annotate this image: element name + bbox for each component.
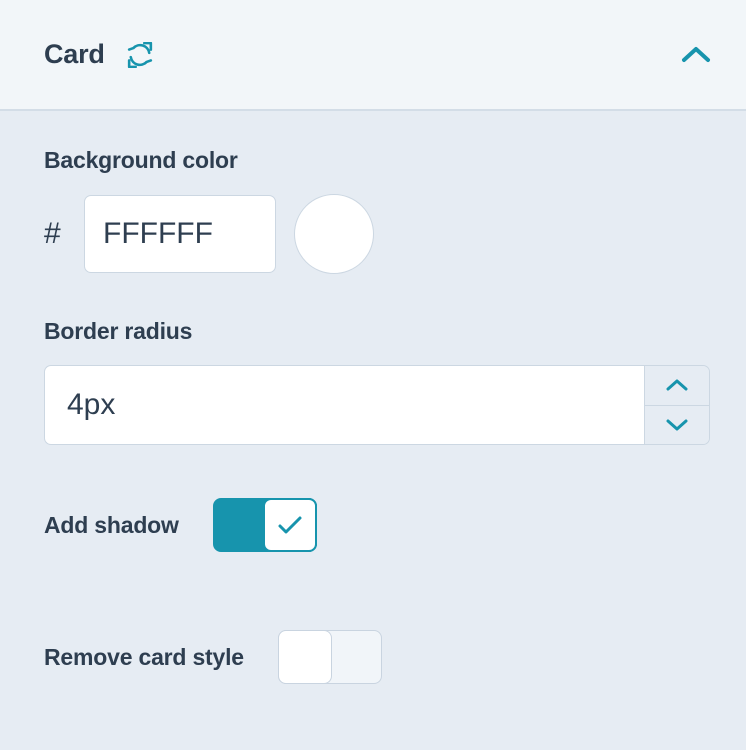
stepper-buttons: [644, 365, 710, 445]
add-shadow-toggle[interactable]: [212, 498, 317, 552]
panel-body: Background color # Border radius: [0, 111, 746, 685]
border-radius-input[interactable]: [44, 365, 644, 445]
refresh-sync-icon-glyph: [127, 41, 152, 68]
collapse-panel-button[interactable]: [674, 33, 718, 77]
remove-card-style-toggle-knob: [277, 630, 332, 684]
check-icon: [278, 516, 302, 534]
add-shadow-row: Add shadow: [44, 497, 710, 553]
refresh-sync-icon[interactable]: [125, 40, 155, 70]
remove-card-style-label: Remove card style: [44, 643, 244, 670]
border-radius-stepper: [44, 365, 710, 445]
background-color-label: Background color: [44, 147, 238, 173]
chevron-down-icon: [666, 419, 688, 431]
hash-prefix: #: [44, 217, 61, 250]
border-radius-field: Border radius: [44, 318, 710, 445]
remove-card-style-row: Remove card style: [44, 629, 710, 685]
panel-header: Card: [0, 0, 746, 111]
chevron-up-icon: [682, 47, 710, 62]
remove-card-style-toggle[interactable]: [277, 630, 382, 684]
border-radius-decrement-button[interactable]: [645, 405, 709, 444]
chevron-up-icon: [666, 379, 688, 391]
add-shadow-label: Add shadow: [44, 511, 179, 538]
background-color-input[interactable]: [84, 195, 276, 273]
border-radius-label: Border radius: [44, 318, 193, 344]
page-title: Card: [44, 39, 105, 69]
background-color-field: Background color #: [44, 147, 710, 274]
color-swatch-preview[interactable]: [294, 194, 374, 274]
border-radius-increment-button[interactable]: [645, 366, 709, 406]
add-shadow-toggle-knob: [262, 498, 317, 552]
background-color-row: #: [44, 194, 710, 274]
